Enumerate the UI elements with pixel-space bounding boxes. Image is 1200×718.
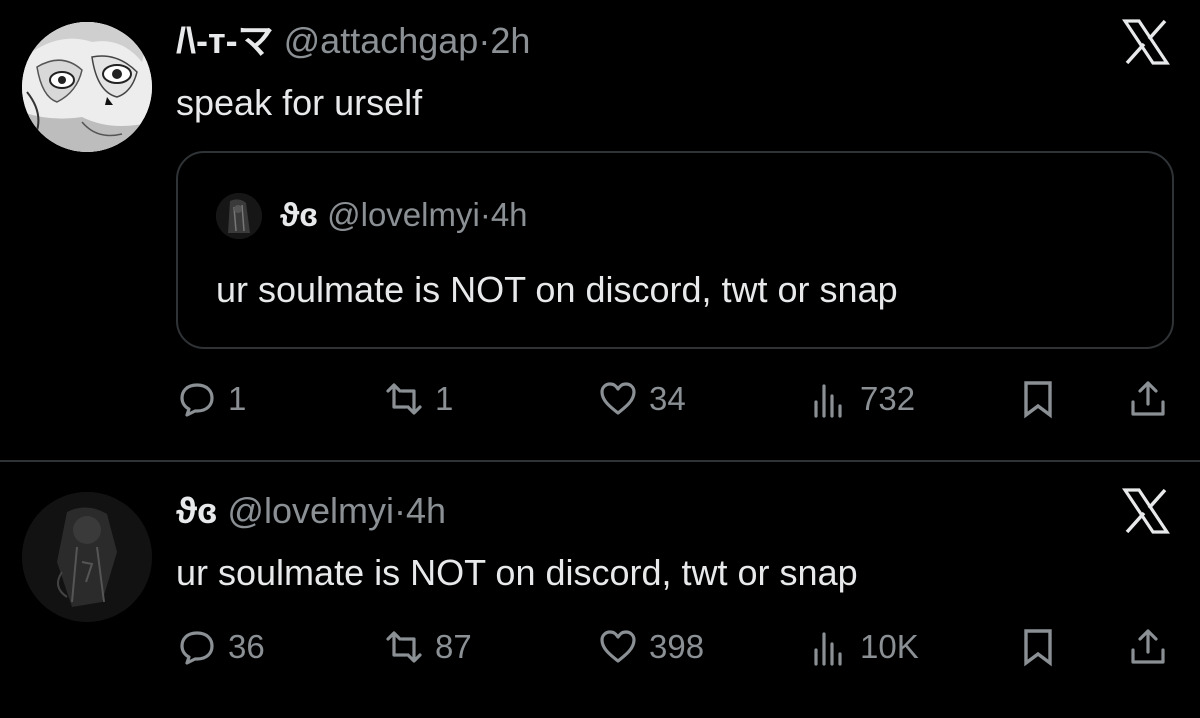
avatar[interactable] [22, 492, 152, 622]
reply-button[interactable]: 1 [176, 374, 246, 424]
speech-bubble-icon [176, 626, 218, 668]
repost-count: 1 [435, 380, 454, 417]
tweet-divider [0, 460, 1200, 462]
separator-dot: · [478, 20, 491, 61]
avatar[interactable] [22, 22, 152, 152]
quoted-timestamp[interactable]: 4h [491, 196, 528, 233]
reply-count: 1 [228, 380, 247, 417]
views-button[interactable]: 732 [808, 374, 915, 424]
tweet-text: speak for urself [176, 82, 423, 123]
reply-button[interactable]: 36 [176, 622, 265, 672]
separator-dot: · [393, 490, 406, 531]
tweet-1[interactable]: /\-ᴛ-マ @attachgap·2h speak for urself ϑɞ… [0, 0, 1200, 460]
share-button[interactable] [1127, 374, 1169, 424]
tweet-text: ur soulmate is NOT on discord, twt or sn… [176, 552, 858, 593]
reply-count: 36 [228, 628, 265, 665]
repost-button[interactable]: 87 [383, 622, 472, 672]
bar-chart-icon [808, 378, 850, 420]
timestamp[interactable]: 2h [490, 20, 530, 61]
view-count: 732 [860, 380, 916, 417]
like-count: 34 [649, 380, 686, 417]
quoted-tweet-text: ur soulmate is NOT on discord, twt or sn… [216, 269, 898, 310]
action-bar: 36 87 398 10K [0, 622, 1200, 672]
like-count: 398 [649, 628, 705, 665]
heart-icon [597, 378, 639, 420]
share-button[interactable] [1127, 622, 1169, 672]
share-upload-icon [1127, 378, 1169, 420]
repost-button[interactable]: 1 [383, 374, 453, 424]
quoted-header: ϑɞ @lovelmyi·4h [280, 194, 528, 236]
views-button[interactable]: 10K [808, 622, 919, 672]
heart-icon [597, 626, 639, 668]
quoted-user-handle[interactable]: @lovelmyi [327, 196, 480, 233]
display-name[interactable]: ϑɞ [176, 490, 217, 531]
quoted-display-name[interactable]: ϑɞ [280, 196, 318, 233]
repost-count: 87 [435, 628, 472, 665]
quoted-tweet[interactable]: ϑɞ @lovelmyi·4h ur soulmate is NOT on di… [176, 151, 1174, 349]
bar-chart-icon [808, 626, 850, 668]
user-handle[interactable]: @attachgap [284, 20, 479, 61]
repost-arrows-icon [383, 378, 425, 420]
speech-bubble-icon [176, 378, 218, 420]
bookmark-button[interactable] [1017, 622, 1059, 672]
like-button[interactable]: 398 [597, 622, 704, 672]
tweet-header: ϑɞ @lovelmyi·4h [176, 489, 446, 533]
display-name[interactable]: /\-ᴛ-マ [176, 20, 274, 61]
user-handle[interactable]: @lovelmyi [227, 490, 394, 531]
timestamp[interactable]: 4h [406, 490, 446, 531]
separator-dot: · [479, 196, 491, 233]
share-upload-icon [1127, 626, 1169, 668]
repost-arrows-icon [383, 626, 425, 668]
quoted-avatar[interactable] [216, 193, 262, 239]
x-logo-icon [1121, 17, 1171, 67]
bookmark-icon [1017, 378, 1059, 420]
bookmark-button[interactable] [1017, 374, 1059, 424]
like-button[interactable]: 34 [597, 374, 686, 424]
x-logo-icon [1121, 486, 1171, 536]
bookmark-icon [1017, 626, 1059, 668]
view-count: 10K [860, 628, 919, 665]
tweet-header: /\-ᴛ-マ @attachgap·2h [176, 19, 530, 63]
action-bar: 1 1 34 732 [0, 374, 1200, 424]
